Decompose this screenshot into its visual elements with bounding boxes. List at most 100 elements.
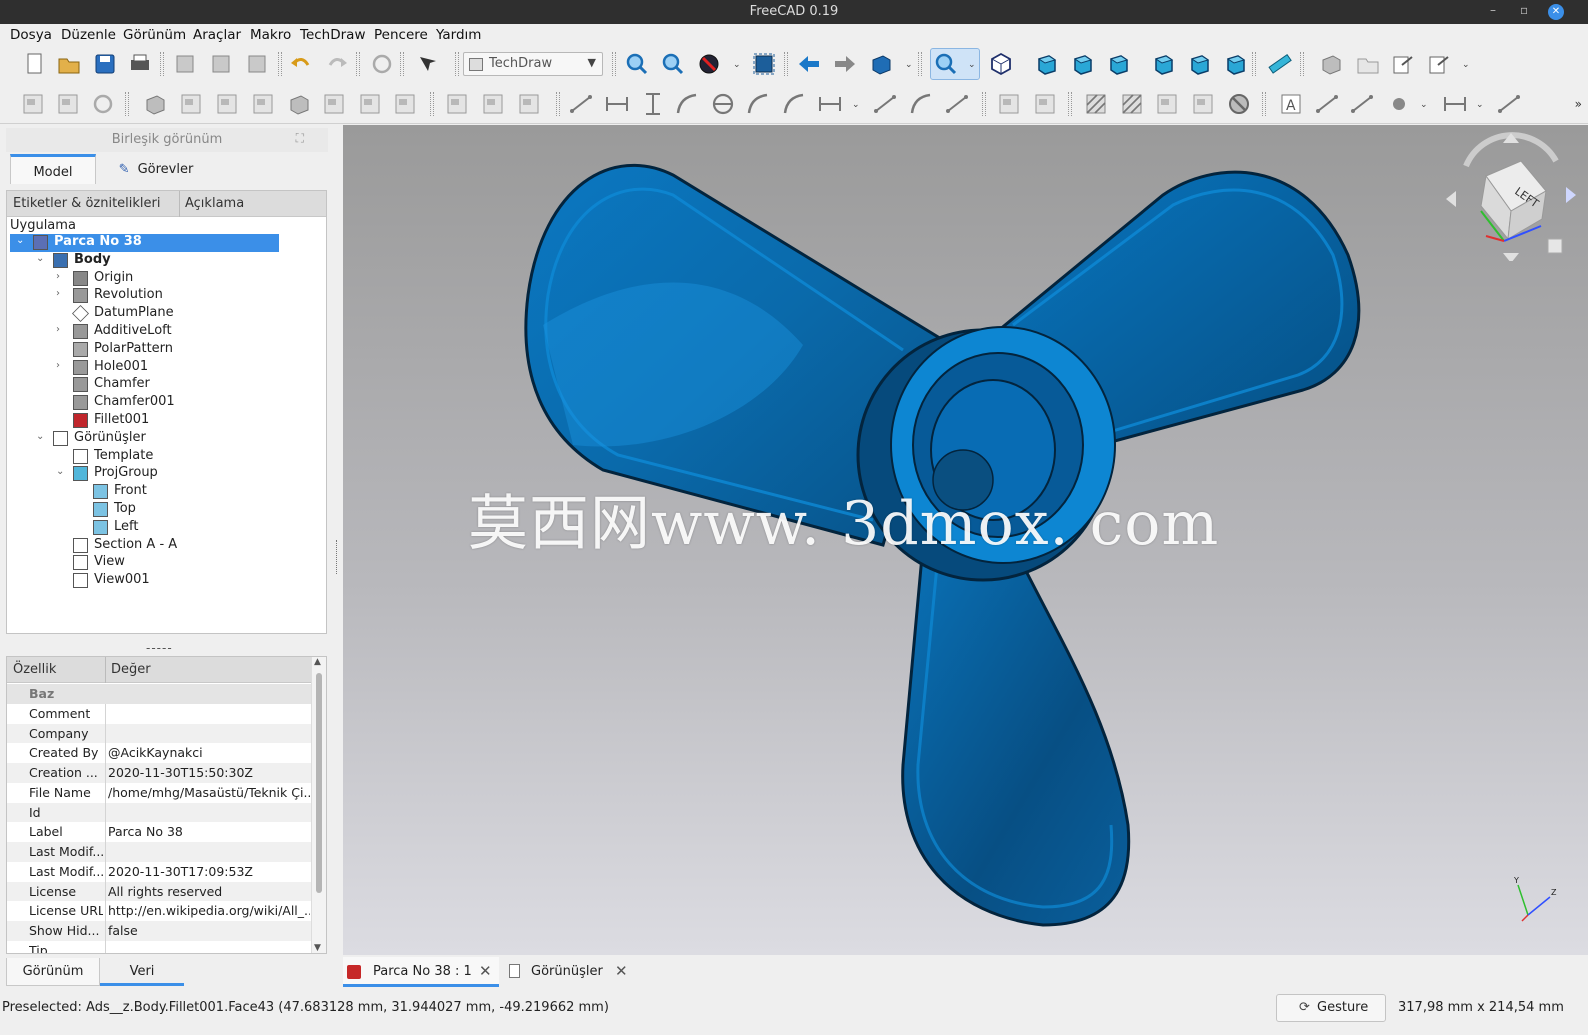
tree-item[interactable]: ⌄ Parca No 38: [7, 234, 322, 252]
vertical-dimension-icon[interactable]: [640, 91, 666, 117]
send-to-icon[interactable]: [1426, 51, 1452, 77]
property-value[interactable]: false: [108, 923, 310, 938]
close-tab-icon[interactable]: ✕: [479, 962, 492, 980]
property-row[interactable]: File Name/home/mhg/Masaüstü/Teknik Çi...: [7, 782, 312, 803]
insert-template-icon[interactable]: [55, 91, 81, 117]
3d-viewport[interactable]: 莫西网www. 3dmox. com LEFT Y Z: [343, 125, 1588, 955]
image-view-icon[interactable]: [392, 91, 418, 117]
maximize-button[interactable]: ▫: [1520, 3, 1528, 17]
menu-window[interactable]: Pencere: [374, 27, 428, 43]
export-dxf-icon[interactable]: [1032, 91, 1058, 117]
navigation-style-button[interactable]: ⟳ Gesture: [1276, 994, 1386, 1022]
tree-item[interactable]: PolarPattern: [7, 341, 322, 359]
left-view-icon[interactable]: [1222, 51, 1248, 77]
tree-item[interactable]: View001: [7, 572, 322, 590]
property-row[interactable]: License All rights reserved: [7, 881, 312, 902]
collapse-arrow-icon[interactable]: ›: [56, 271, 60, 282]
chevron-down-icon[interactable]: ⌄: [1476, 100, 1484, 110]
rich-annotation-icon[interactable]: [1349, 91, 1375, 117]
radius-dimension-icon[interactable]: [674, 91, 700, 117]
tab-view[interactable]: Görünüm: [6, 958, 100, 986]
clip-group-icon[interactable]: [480, 91, 506, 117]
doc-tab-part[interactable]: Parca No 38 : 1 ✕: [343, 957, 499, 987]
group-icon[interactable]: [1355, 51, 1381, 77]
chevron-down-icon[interactable]: ⌄: [905, 60, 913, 70]
tree-item[interactable]: Left: [7, 519, 322, 537]
menu-tools[interactable]: Araçlar: [193, 27, 241, 43]
tree-item[interactable]: ⌄ ProjGroup: [7, 465, 322, 483]
tree-item[interactable]: View: [7, 554, 322, 572]
scroll-up-icon[interactable]: ▲: [314, 657, 321, 667]
horizontal-dimension-icon[interactable]: [604, 91, 630, 117]
property-row[interactable]: License URL http://en.wikipedia.org/wiki/…: [7, 901, 312, 921]
export-svg-icon[interactable]: [996, 91, 1022, 117]
geom-hatch-icon[interactable]: [1119, 91, 1145, 117]
cut-icon[interactable]: [172, 51, 198, 77]
tree-item[interactable]: Top: [7, 501, 322, 519]
bottom-view-icon[interactable]: [1186, 51, 1212, 77]
menu-techdraw[interactable]: TechDraw: [300, 27, 366, 43]
vertical-splitter[interactable]: [336, 540, 339, 574]
hatch-icon[interactable]: [1083, 91, 1109, 117]
balloon-icon[interactable]: [944, 91, 970, 117]
right-view-icon[interactable]: [1105, 51, 1131, 77]
tree-item[interactable]: ⌄ Body: [7, 252, 322, 270]
print-icon[interactable]: [127, 51, 153, 77]
tree-item[interactable]: Front: [7, 483, 322, 501]
link-icon[interactable]: [868, 51, 894, 77]
open-file-icon[interactable]: [56, 51, 82, 77]
chevron-down-icon[interactable]: ⌄: [1420, 100, 1428, 110]
expand-arrow-icon[interactable]: ⌄: [36, 431, 44, 442]
front-view-icon[interactable]: [1033, 51, 1059, 77]
tab-model[interactable]: Model: [10, 154, 96, 184]
navigation-cube[interactable]: LEFT: [1446, 131, 1576, 261]
forward-icon[interactable]: [832, 51, 858, 77]
property-row[interactable]: Company: [7, 723, 312, 744]
workbench-selector[interactable]: TechDraw ▼: [463, 52, 603, 76]
chevron-down-icon[interactable]: ⌄: [852, 100, 860, 110]
undo-icon[interactable]: [288, 51, 314, 77]
menu-help[interactable]: Yardım: [436, 27, 481, 43]
expand-arrow-icon[interactable]: ⌄: [36, 253, 44, 264]
rear-view-icon[interactable]: [1150, 51, 1176, 77]
projgroup-icon[interactable]: [214, 91, 240, 117]
back-icon[interactable]: [796, 51, 822, 77]
draft-view-icon[interactable]: [321, 91, 347, 117]
tab-tasks[interactable]: ✎ Görevler: [96, 154, 216, 184]
blade-bottom[interactable]: [901, 543, 1131, 927]
measure-icon[interactable]: [1266, 51, 1292, 77]
property-value[interactable]: Parca No 38: [108, 824, 310, 839]
whats-this-icon[interactable]: [414, 51, 440, 77]
nav-menu-icon[interactable]: [1547, 238, 1563, 254]
undock-icon[interactable]: ⛶: [296, 131, 304, 146]
property-row[interactable]: Creation ... 2020-11-30T15:50:30Z: [7, 763, 312, 783]
toggle-frame-icon[interactable]: [1226, 91, 1252, 117]
diameter-dimension-icon[interactable]: [710, 91, 736, 117]
property-row[interactable]: Created By @AcikKaynakci: [7, 743, 312, 763]
tree-item[interactable]: Fillet001: [7, 412, 322, 430]
collapse-arrow-icon[interactable]: ›: [56, 324, 60, 335]
arch-view-icon[interactable]: [286, 91, 312, 117]
chevron-down-icon[interactable]: ⌄: [968, 60, 976, 70]
chevron-down-icon[interactable]: ⌄: [1462, 60, 1470, 70]
draw-style-icon[interactable]: [696, 51, 722, 77]
fit-selection-icon[interactable]: [660, 51, 686, 77]
fit-all-icon[interactable]: [624, 51, 650, 77]
insert-view-icon[interactable]: [142, 91, 168, 117]
paste-icon[interactable]: [244, 51, 270, 77]
property-row[interactable]: Last Modif...: [7, 842, 312, 862]
expand-arrow-icon[interactable]: ⌄: [56, 466, 64, 477]
property-value[interactable]: All rights reserved: [108, 884, 310, 899]
menu-macro[interactable]: Makro: [250, 27, 291, 43]
tree-item[interactable]: › Hole001: [7, 359, 322, 377]
redraw-icon[interactable]: [90, 91, 116, 117]
minimize-button[interactable]: –: [1490, 3, 1496, 17]
length-dimension-icon[interactable]: [568, 91, 594, 117]
collapse-arrow-icon[interactable]: ›: [56, 360, 60, 371]
property-row[interactable]: Id: [7, 802, 312, 823]
clip-remove-icon[interactable]: [516, 91, 542, 117]
menu-view[interactable]: Görünüm: [123, 27, 186, 43]
insert-page-icon[interactable]: [20, 91, 46, 117]
symbol-icon[interactable]: [1154, 91, 1180, 117]
tree-item[interactable]: DatumPlane: [7, 305, 322, 323]
